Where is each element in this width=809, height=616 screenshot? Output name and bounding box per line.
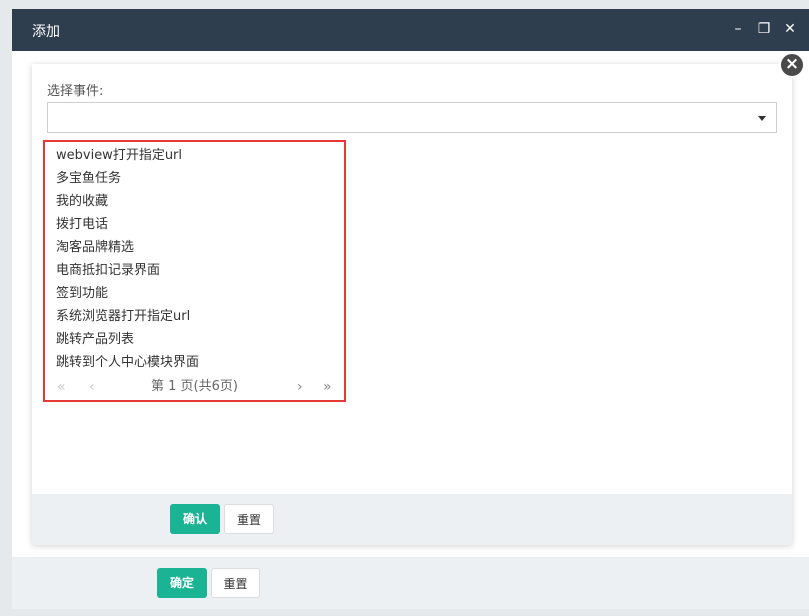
event-option[interactable]: 跳转产品列表 <box>45 328 344 351</box>
dialog-footer: 确定 重置 <box>12 557 809 609</box>
caret-down-icon[interactable] <box>758 116 766 121</box>
event-option[interactable]: 淘客品牌精选 <box>45 236 344 259</box>
select-event-dialog: 选择事件: webview打开指定url 多宝鱼任务 我的收藏 拨打电话 淘客品牌精选电… <box>32 64 792 545</box>
select-dialog-footer: 确认 重置 <box>32 494 792 545</box>
event-option[interactable]: 签到功能 <box>45 282 344 305</box>
restore-icon[interactable]: ❐ <box>756 20 772 38</box>
close-circle-icon[interactable]: × <box>779 52 805 78</box>
event-option[interactable]: 系统浏览器打开指定url <box>45 305 344 328</box>
next-page-icon[interactable]: › <box>297 376 303 398</box>
confirm-button[interactable]: 确定 <box>157 568 207 598</box>
minimize-icon[interactable]: – <box>730 20 746 38</box>
reset-button[interactable]: 重置 <box>211 568 260 598</box>
dialog-title: 添加 <box>32 24 60 40</box>
event-label: 选择事件: <box>47 84 104 99</box>
dialog-titlebar: 添加 – ❐ ✕ <box>12 9 809 51</box>
event-option[interactable]: webview打开指定url <box>45 144 344 167</box>
event-option[interactable]: 多宝鱼任务 <box>45 167 344 190</box>
event-select[interactable] <box>47 102 777 133</box>
event-dropdown: webview打开指定url 多宝鱼任务 我的收藏 拨打电话 淘客品牌精选 电商抵扣记录界… <box>43 140 346 402</box>
last-page-icon[interactable]: » <box>323 376 332 398</box>
event-option[interactable]: 电商抵扣记录界面 <box>45 259 344 282</box>
confirm-event-button[interactable]: 确认 <box>170 504 220 534</box>
event-option[interactable]: 拨打电话 <box>45 213 344 236</box>
event-option[interactable]: 我的收藏 <box>45 190 344 213</box>
pagination: « ‹ 第 1 页(共6页) › » <box>45 376 344 398</box>
event-option[interactable]: 跳转到个人中心模块界面 <box>45 351 344 374</box>
close-icon[interactable]: ✕ <box>782 20 798 38</box>
event-option-list: webview打开指定url 多宝鱼任务 我的收藏 拨打电话 淘客品牌精选 电商抵扣记录界… <box>45 144 344 374</box>
reset-event-button[interactable]: 重置 <box>224 504 274 534</box>
